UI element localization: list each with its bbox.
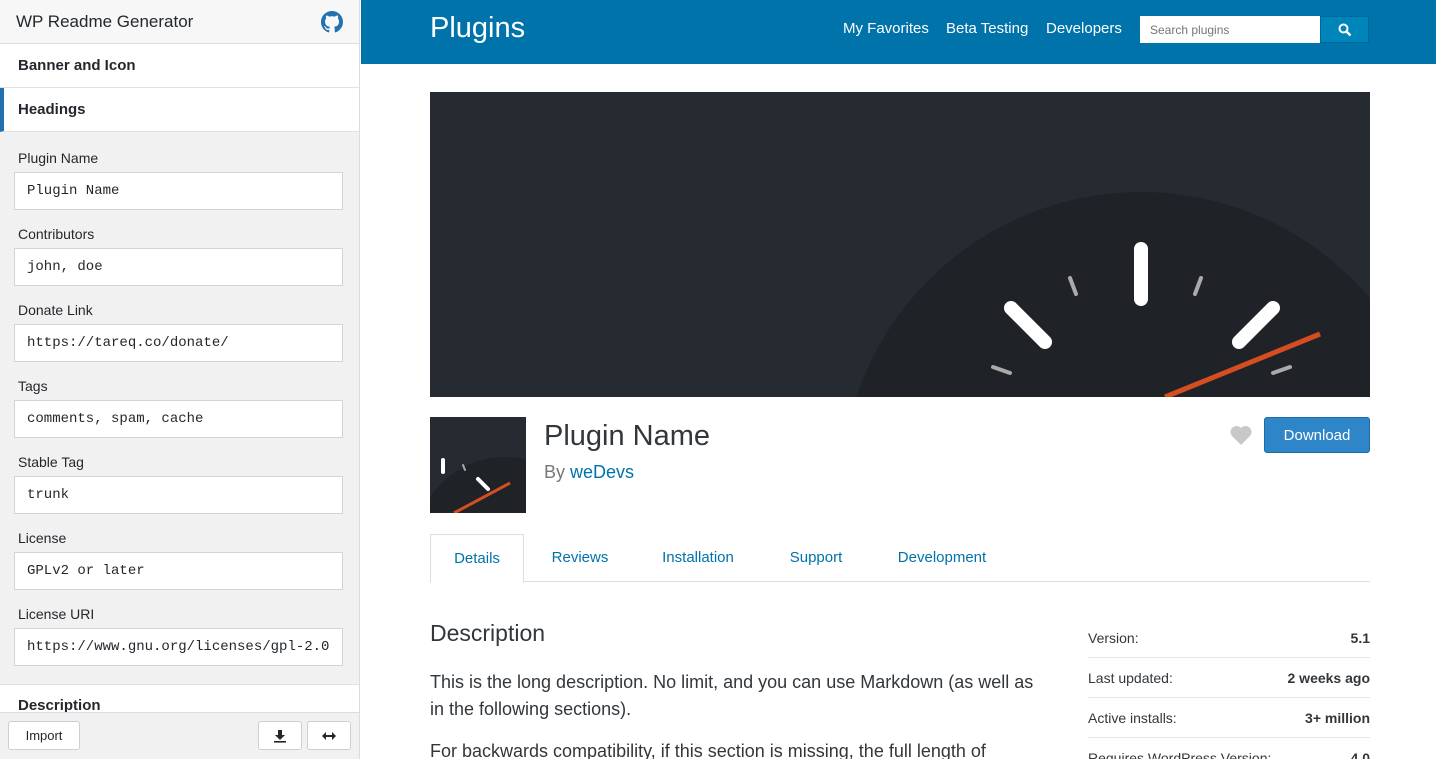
section-headings[interactable]: Headings [0, 88, 359, 132]
search-icon [1338, 23, 1351, 36]
plugin-icon [430, 417, 526, 513]
description-paragraph: This is the long description. No limit, … [430, 672, 1034, 719]
by-label: By [544, 462, 566, 482]
meta-value: 3+ million [1305, 710, 1370, 726]
download-button[interactable]: Download [1264, 417, 1370, 453]
stable-tag-input[interactable] [14, 476, 343, 514]
section-label: Description [18, 697, 101, 712]
tab-installation[interactable]: Installation [650, 534, 746, 582]
import-button[interactable]: Import [8, 721, 80, 750]
plugin-title: Plugin Name [544, 420, 711, 452]
plugin-name-input[interactable] [14, 172, 343, 210]
tags-label: Tags [18, 378, 48, 394]
editor-footer: Import [0, 712, 359, 759]
wp-header: Plugins My Favorites Beta Testing Develo… [361, 0, 1436, 64]
meta-value: 4.0 [1350, 750, 1370, 759]
tab-support[interactable]: Support [776, 534, 856, 582]
download-label: Download [1283, 426, 1351, 444]
donate-link-label: Donate Link [18, 302, 93, 318]
expand-icon [322, 731, 336, 740]
license-label: License [18, 530, 67, 546]
plugin-name-label: Plugin Name [18, 150, 99, 166]
donate-link-input[interactable] [14, 324, 343, 362]
toggle-width-button[interactable] [307, 721, 351, 750]
tab-development[interactable]: Development [885, 534, 999, 582]
description-heading: Description [430, 620, 546, 646]
search-input[interactable] [1140, 16, 1321, 43]
editor-panel: WP Readme Generator Banner and Icon Head… [0, 0, 360, 759]
meta-key: Last updated: [1088, 670, 1173, 686]
meta-key: Active installs: [1088, 710, 1177, 726]
nav-developers[interactable]: Developers [1046, 20, 1122, 37]
tab-details[interactable]: Details [430, 534, 524, 583]
search-button[interactable] [1320, 16, 1369, 43]
stable-tag-label: Stable Tag [18, 454, 84, 470]
license-input[interactable] [14, 552, 343, 590]
headings-form: Plugin Name Contributors Donate Link Tag… [0, 132, 359, 680]
contributors-input[interactable] [14, 248, 343, 286]
heart-icon[interactable] [1229, 424, 1253, 446]
section-label: Banner and Icon [18, 57, 136, 74]
meta-version: Version: 5.1 [1088, 618, 1370, 658]
app-header: WP Readme Generator [0, 0, 359, 44]
nav-beta-testing[interactable]: Beta Testing [946, 20, 1028, 37]
download-icon [274, 729, 286, 743]
download-readme-button[interactable] [258, 721, 302, 750]
author-link[interactable]: weDevs [570, 462, 634, 482]
license-uri-label: License URI [18, 606, 95, 622]
nav-my-favorites[interactable]: My Favorites [843, 20, 929, 37]
meta-requires-wp: Requires WordPress Version: 4.0 [1088, 738, 1370, 759]
plugin-banner [430, 92, 1370, 397]
section-label: Headings [18, 101, 86, 118]
plugin-byline: By weDevs [544, 462, 634, 483]
meta-value: 2 weeks ago [1287, 670, 1371, 686]
app-title: WP Readme Generator [16, 11, 194, 31]
license-uri-input[interactable] [14, 628, 343, 666]
plugin-tabs: Details Reviews Installation Support Dev… [430, 534, 1370, 583]
meta-last-updated: Last updated: 2 weeks ago [1088, 658, 1370, 698]
tab-reviews[interactable]: Reviews [540, 534, 620, 582]
meta-key: Version: [1088, 630, 1139, 646]
plugin-preview: Plugins My Favorites Beta Testing Develo… [361, 0, 1436, 759]
meta-value: 5.1 [1350, 630, 1370, 646]
contributors-label: Contributors [18, 226, 95, 242]
import-label: Import [25, 728, 63, 743]
wp-header-title[interactable]: Plugins [430, 12, 525, 45]
github-icon[interactable] [321, 10, 343, 33]
section-banner-and-icon[interactable]: Banner and Icon [0, 44, 359, 88]
description-paragraph: For backwards compatibility, if this sec… [430, 741, 986, 759]
meta-key: Requires WordPress Version: [1088, 750, 1272, 759]
tags-input[interactable] [14, 400, 343, 438]
section-description[interactable]: Description [0, 684, 359, 712]
meta-active-installs: Active installs: 3+ million [1088, 698, 1370, 738]
